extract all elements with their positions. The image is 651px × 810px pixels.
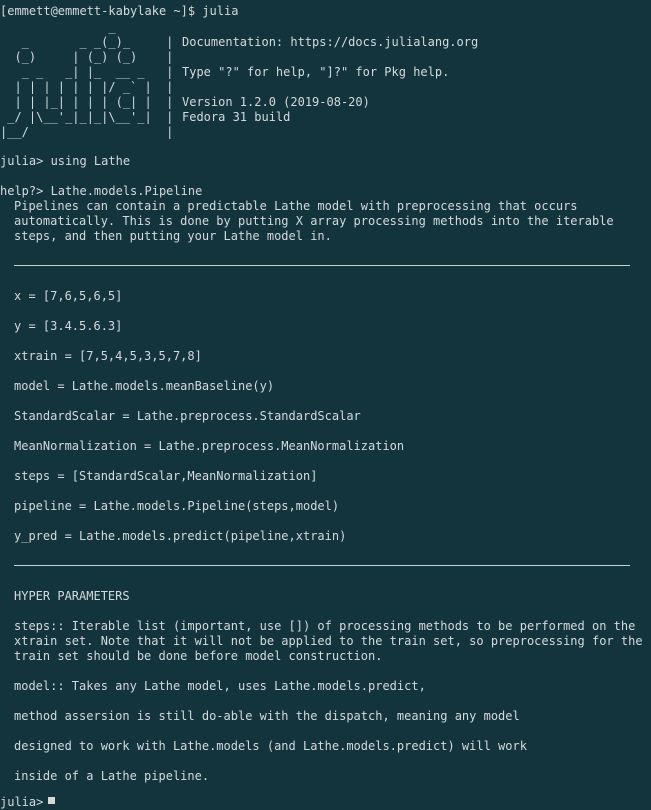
julia-logo-ascii: _ _ _ _(_)_ | (_) | (_) (_) | _ _ _| |_ … [0,20,174,139]
julia-input-prompt[interactable]: julia> [0,795,51,810]
steps-description-line: train set should be done before model co… [14,649,383,663]
banner-documentation: Documentation: https://docs.julialang.or… [182,35,479,49]
model-description-line: model:: Takes any Lathe model, uses Lath… [14,679,426,693]
shell-prompt-line: [emmett@emmett-kabylake ~]$ julia [0,4,239,18]
code-example-line: xtrain = [7,5,4,5,3,5,7,8] [14,349,202,363]
text-cursor [48,797,55,804]
code-example-line: StandardScalar = Lathe.preprocess.Standa… [14,409,361,423]
section-divider [14,265,630,266]
code-example-line: steps = [StandardScalar,MeanNormalizatio… [14,469,318,483]
hyper-parameters-heading: HYPER PARAMETERS [14,589,130,603]
terminal-window[interactable]: [emmett@emmett-kabylake ~]$ julia _ _ _ … [0,0,651,809]
model-description-line: method assersion is still do-able with t… [14,709,520,723]
banner-version: Version 1.2.0 (2019-08-20) [182,95,370,109]
banner-build: Fedora 31 build [182,110,291,124]
doc-intro-line: steps, and then putting your Lathe model… [14,229,332,243]
banner-help-hint: Type "?" for help, "]?" for Pkg help. [182,65,450,79]
model-description-line: inside of a Lathe pipeline. [14,769,210,783]
repl-help-line: help?> Lathe.models.Pipeline [0,184,203,198]
doc-intro-line: automatically. This is done by putting X… [14,214,614,228]
code-example-line: x = [7,6,5,6,5] [14,289,123,303]
code-example-line: MeanNormalization = Lathe.preprocess.Mea… [14,439,405,453]
model-description-line: designed to work with Lathe.models (and … [14,739,527,753]
code-example-line: y_pred = Lathe.models.predict(pipeline,x… [14,529,347,543]
section-divider [14,565,630,566]
code-example-line: model = Lathe.models.meanBaseline(y) [14,379,275,393]
repl-using-line: julia> using Lathe [0,154,131,168]
code-example-line: pipeline = Lathe.models.Pipeline(steps,m… [14,499,340,513]
code-example-line: y = [3.4.5.6.3] [14,319,123,333]
steps-description-line: steps:: Iterable list (important, use []… [14,619,636,633]
doc-intro-line: Pipelines can contain a predictable Lath… [14,199,578,213]
steps-description-line: xtrain set. Note that it will not be app… [14,634,643,648]
